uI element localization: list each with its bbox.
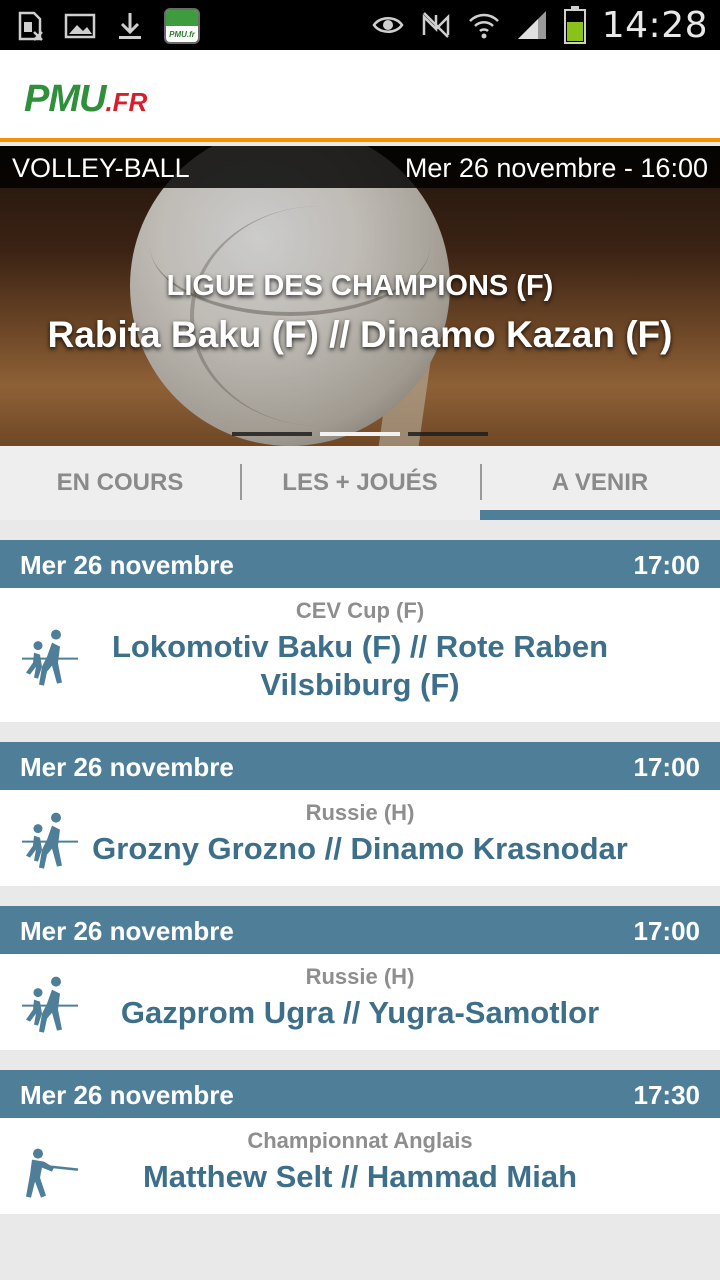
signal-icon bbox=[517, 11, 546, 39]
app-header: PMU.FR bbox=[0, 50, 720, 142]
sim-card-icon bbox=[18, 11, 43, 41]
event-header: Mer 26 novembre 17:00 bbox=[0, 540, 720, 588]
nfc-muted-icon bbox=[422, 12, 449, 38]
event-match: Grozny Grozno // Dinamo Krasnodar bbox=[92, 831, 628, 866]
carousel-indicator bbox=[232, 432, 488, 436]
event-competition: Russie (H) bbox=[305, 964, 415, 989]
snooker-icon bbox=[26, 1148, 79, 1198]
event-competition: Russie (H) bbox=[305, 800, 415, 825]
image-icon bbox=[64, 13, 96, 39]
volleyball-icon bbox=[22, 812, 78, 869]
event-competition: CEV Cup (F) bbox=[295, 598, 425, 623]
volleyball-icon bbox=[22, 976, 78, 1033]
event-time: 17:30 bbox=[633, 1080, 701, 1110]
tab-les-plus-joues[interactable]: LES + JOUÉS bbox=[240, 446, 480, 520]
banner-match: Rabita Baku (F) // Dinamo Kazan (F) bbox=[47, 314, 673, 355]
event-card[interactable]: Mer 26 novembre 17:30 Championnat Anglai… bbox=[0, 1070, 720, 1214]
battery-icon bbox=[563, 6, 586, 44]
tab-a-venir[interactable]: A VENIR bbox=[480, 446, 720, 520]
event-header: Mer 26 novembre 17:00 bbox=[0, 742, 720, 790]
event-date: Mer 26 novembre bbox=[20, 550, 234, 580]
event-body: CEV Cup (F) Lokomotiv Baku (F) // Rote R… bbox=[0, 588, 720, 722]
tab-bar: EN COURS LES + JOUÉS A VENIR bbox=[0, 446, 720, 520]
event-card[interactable]: Mer 26 novembre 17:00 Russie (H) Gazprom… bbox=[0, 906, 720, 1050]
event-header: Mer 26 novembre 17:30 bbox=[0, 1070, 720, 1118]
status-bar-notifications: PMU.fr bbox=[14, 8, 200, 44]
event-card[interactable]: Mer 26 novembre 17:00 Russie (H) Grozny … bbox=[0, 742, 720, 886]
status-bar-system: 14:28 bbox=[372, 0, 708, 50]
event-match: Lokomotiv Baku (F) // Rote Raben Vilsbib… bbox=[111, 629, 609, 702]
banner-sport: VOLLEY-BALL bbox=[12, 153, 190, 183]
event-time: 17:00 bbox=[633, 916, 701, 946]
wifi-icon bbox=[468, 13, 499, 39]
event-header: Mer 26 novembre 17:00 bbox=[0, 906, 720, 954]
eye-icon bbox=[372, 17, 404, 33]
volleyball-icon bbox=[22, 629, 78, 686]
event-match: Matthew Selt // Hammad Miah bbox=[142, 1159, 578, 1194]
carousel-dot-active[interactable] bbox=[320, 432, 400, 436]
pmu-logo[interactable]: PMU.FR bbox=[24, 78, 147, 121]
event-card[interactable]: Mer 26 novembre 17:00 CEV Cup (F) Lokomo… bbox=[0, 540, 720, 722]
pmu-app-icon: PMU.fr bbox=[164, 8, 200, 44]
event-list: Mer 26 novembre 17:00 CEV Cup (F) Lokomo… bbox=[0, 540, 720, 1234]
clock: 14:28 bbox=[601, 4, 708, 46]
tab-en-cours[interactable]: EN COURS bbox=[0, 446, 240, 520]
event-competition: Championnat Anglais bbox=[247, 1128, 473, 1153]
event-date: Mer 26 novembre bbox=[20, 916, 234, 946]
logo-main: PMU bbox=[24, 78, 106, 120]
banner-info-bar: VOLLEY-BALL Mer 26 novembre - 16:00 bbox=[0, 146, 720, 188]
event-body: Championnat Anglais Matthew Selt // Hamm… bbox=[0, 1118, 720, 1214]
banner-competition: LIGUE DES CHAMPIONS (F) bbox=[166, 270, 554, 302]
download-icon bbox=[119, 13, 141, 39]
status-bar: PMU.fr 14:28 bbox=[0, 0, 720, 50]
event-time: 17:00 bbox=[633, 752, 701, 782]
event-body: Russie (H) Gazprom Ugra // Yugra-Samotlo… bbox=[0, 954, 720, 1050]
banner-date: Mer 26 novembre - 16:00 bbox=[404, 153, 708, 183]
carousel-dot[interactable] bbox=[408, 432, 488, 436]
pmu-app-icon-label: PMU.fr bbox=[169, 30, 195, 39]
carousel-dot[interactable] bbox=[232, 432, 312, 436]
event-date: Mer 26 novembre bbox=[20, 1080, 234, 1110]
event-match: Gazprom Ugra // Yugra-Samotlor bbox=[120, 995, 600, 1030]
featured-event-banner[interactable]: VOLLEY-BALL Mer 26 novembre - 16:00 LIGU… bbox=[0, 146, 720, 446]
event-date: Mer 26 novembre bbox=[20, 752, 234, 782]
event-body: Russie (H) Grozny Grozno // Dinamo Krasn… bbox=[0, 790, 720, 886]
logo-suffix: .FR bbox=[105, 87, 148, 117]
event-time: 17:00 bbox=[633, 550, 701, 580]
